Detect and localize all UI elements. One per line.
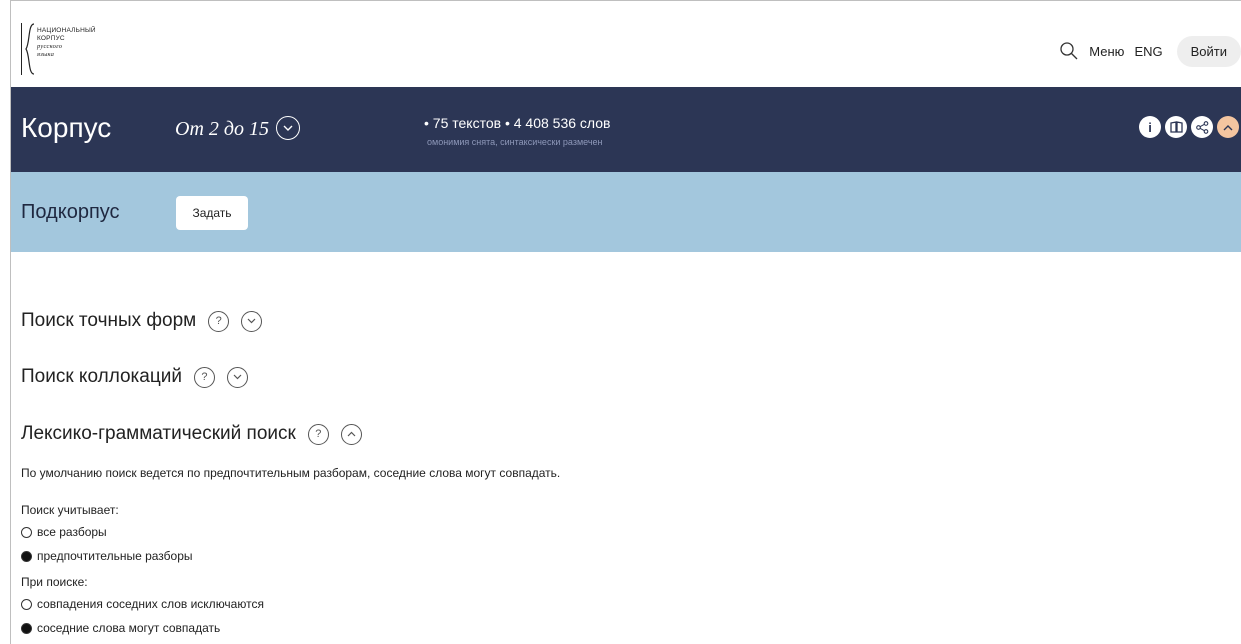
analysis-group-label: Поиск учитывает: xyxy=(21,503,119,517)
chevron-down-glyph xyxy=(247,318,256,324)
radio-label: предпочтительные разборы xyxy=(37,549,193,563)
chevron-up-icon[interactable] xyxy=(1217,116,1239,138)
book-glyph xyxy=(1169,121,1183,133)
share-glyph xyxy=(1195,120,1208,134)
radio-circle-icon[interactable] xyxy=(21,526,32,538)
login-button[interactable]: Войти xyxy=(1176,35,1241,67)
brace-icon xyxy=(25,23,35,75)
radio-circle-icon[interactable] xyxy=(21,622,32,634)
range-dropdown-button[interactable] xyxy=(276,116,300,140)
radio-preferred-analyses[interactable]: предпочтительные разборы xyxy=(21,549,193,563)
subcorpus-panel: Подкорпус Задать xyxy=(11,172,1241,252)
radio-neighbors-may-coincide[interactable]: соседние слова могут совпадать xyxy=(21,621,220,635)
language-switch[interactable]: ENG xyxy=(1134,44,1162,59)
section-lexgram-title: Лексико-грамматический поиск xyxy=(21,423,296,444)
section-exact-forms-title: Поиск точных форм xyxy=(21,310,197,331)
set-subcorpus-button[interactable]: Задать xyxy=(176,196,248,230)
corpus-title: Корпус xyxy=(21,112,112,143)
logo[interactable]: НАЦИОНАЛЬНЫЙ КОРПУС русского языка xyxy=(21,23,141,75)
radio-label: совпадения соседних слов исключаются xyxy=(37,597,264,611)
section-collocations-title: Поиск коллокаций xyxy=(21,366,182,387)
subcorpus-title: Подкорпус xyxy=(21,201,120,223)
logo-text: НАЦИОНАЛЬНЫЙ КОРПУС русского языка xyxy=(37,27,96,59)
logo-line-1: НАЦИОНАЛЬНЫЙ xyxy=(37,27,96,34)
chevron-up-glyph xyxy=(347,431,356,437)
chevron-down-glyph xyxy=(233,374,242,380)
help-icon[interactable]: ? xyxy=(193,366,215,388)
info-glyph: i xyxy=(1148,119,1152,135)
help-glyph: ? xyxy=(215,315,222,327)
info-icon[interactable]: i xyxy=(1139,116,1161,138)
section-collocations[interactable]: Поиск коллокаций ? xyxy=(21,366,248,388)
help-glyph: ? xyxy=(201,371,208,383)
logo-bar xyxy=(21,23,22,75)
search-icon[interactable] xyxy=(1059,41,1079,61)
radio-neighbors-excluded[interactable]: совпадения соседних слов исключаются xyxy=(21,597,264,611)
help-icon[interactable]: ? xyxy=(307,423,329,445)
chevron-down-icon[interactable] xyxy=(241,310,263,332)
radio-circle-icon[interactable] xyxy=(21,550,32,562)
chevron-up-icon[interactable] xyxy=(340,423,362,445)
top-header: НАЦИОНАЛЬНЫЙ КОРПУС русского языка Меню … xyxy=(11,1,1241,87)
logo-line-4: языка xyxy=(37,51,55,58)
chevron-down-icon[interactable] xyxy=(226,366,248,388)
neighbors-group-label: При поиске: xyxy=(21,575,88,589)
lexgram-note: По умолчанию поиск ведется по предпочтит… xyxy=(21,466,561,480)
logo-line-2: КОРПУС xyxy=(37,35,65,42)
menu-link[interactable]: Меню xyxy=(1089,44,1124,59)
help-icon[interactable]: ? xyxy=(208,310,230,332)
corpus-actions: i xyxy=(1139,116,1239,138)
chevron-up-glyph xyxy=(1223,124,1233,130)
corpus-stats: • 75 текстов • 4 408 536 слов xyxy=(424,115,611,131)
header-actions: Меню ENG Войти xyxy=(1059,34,1241,68)
corpus-range: От 2 до 15 xyxy=(175,118,270,140)
radio-all-analyses[interactable]: все разборы xyxy=(21,525,107,539)
chevron-down-icon xyxy=(283,125,293,131)
corpus-stats-note: омонимия снята, синтаксически размечен xyxy=(427,137,603,147)
corpus-panel: Корпус От 2 до 15 • 75 текстов • 4 408 5… xyxy=(11,87,1241,172)
section-lexgram[interactable]: Лексико-грамматический поиск ? xyxy=(21,423,362,445)
help-glyph: ? xyxy=(315,428,322,440)
logo-line-3: русского xyxy=(37,43,63,50)
share-icon[interactable] xyxy=(1191,116,1213,138)
book-icon[interactable] xyxy=(1165,116,1187,138)
radio-circle-icon[interactable] xyxy=(21,598,32,610)
radio-label: все разборы xyxy=(37,525,107,539)
radio-label: соседние слова могут совпадать xyxy=(37,621,221,635)
section-exact-forms[interactable]: Поиск точных форм ? xyxy=(21,310,263,332)
